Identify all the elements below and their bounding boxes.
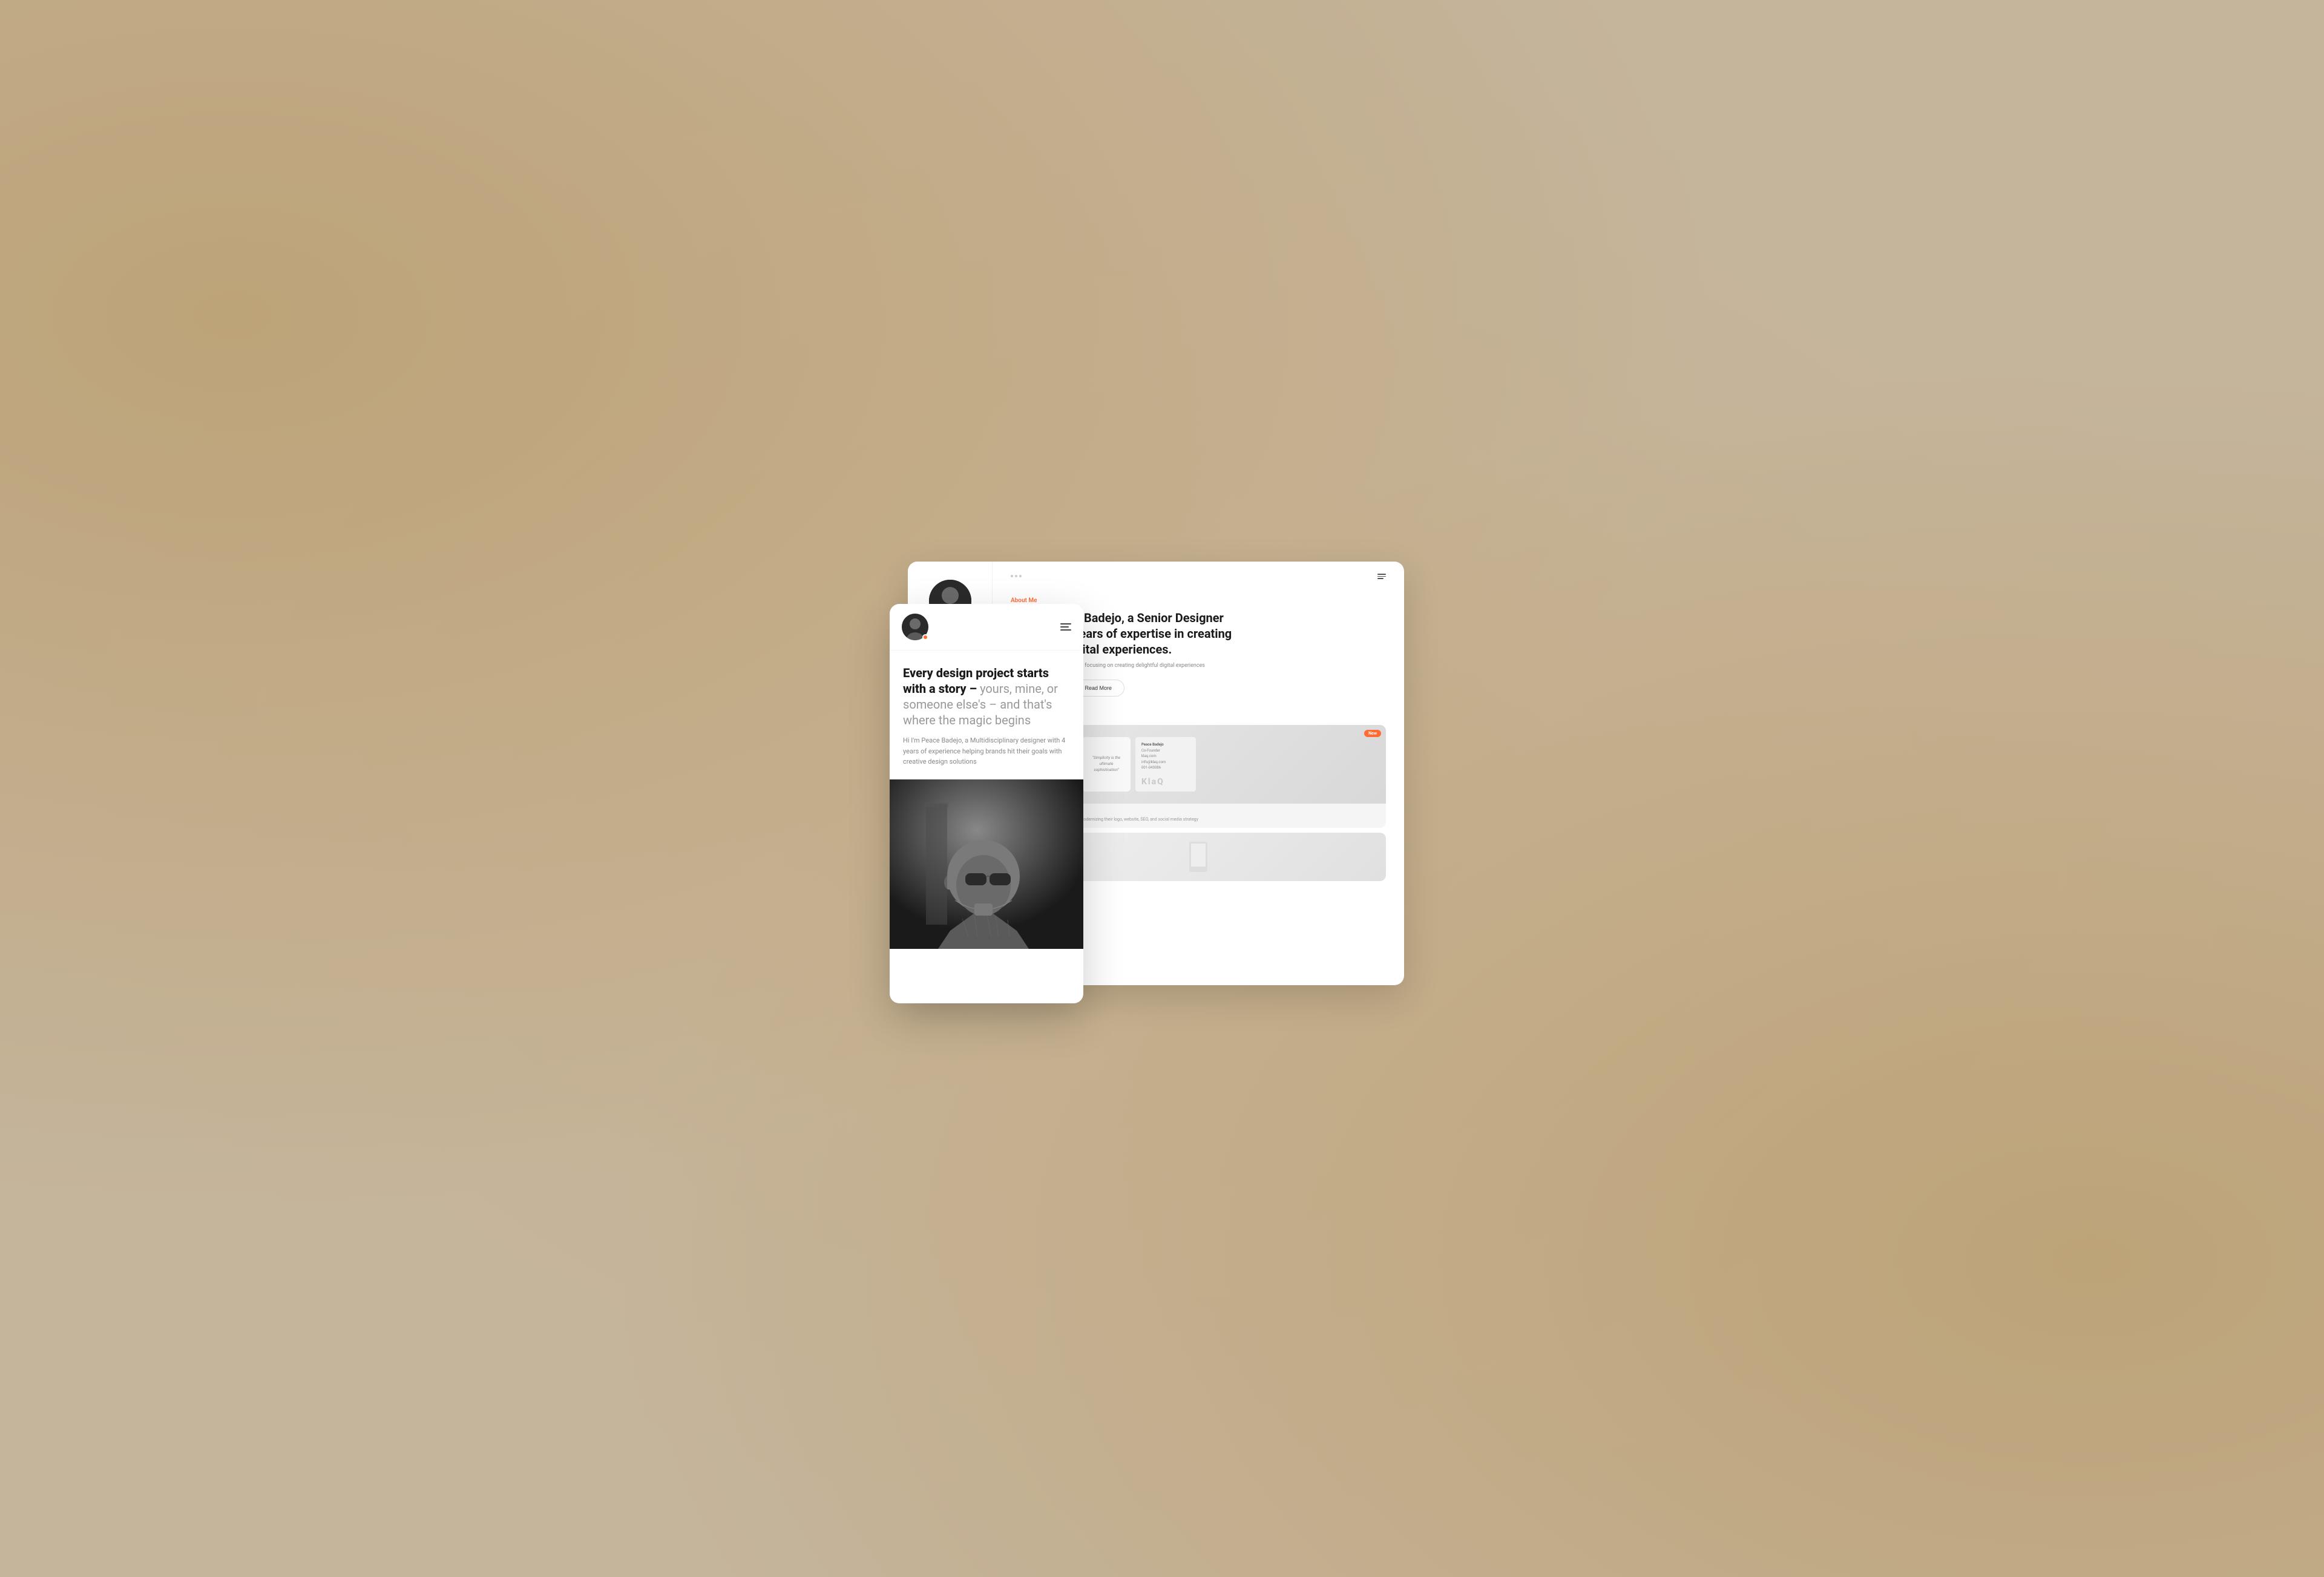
mobile-avatar-wrapper xyxy=(902,614,928,640)
hamburger-line-1 xyxy=(1377,574,1386,575)
hamburger-line-3 xyxy=(1377,578,1384,579)
mobile-ham-line-1 xyxy=(1060,623,1071,625)
mobile-headline: Every design project starts with a story… xyxy=(903,665,1070,728)
klaq-card2-name: Peace Badejo xyxy=(1141,742,1190,748)
notification-dot xyxy=(922,634,928,640)
about-me-label: About Me xyxy=(1011,597,1386,604)
mobile-header xyxy=(890,604,1083,651)
read-more-label: Read More xyxy=(1085,685,1112,691)
dot-2 xyxy=(1015,575,1017,577)
mobile-hamburger-menu[interactable] xyxy=(1060,623,1071,631)
hamburger-line-2 xyxy=(1377,576,1386,577)
top-bar xyxy=(1011,574,1386,579)
nav-dots xyxy=(1011,575,1022,577)
klaq-logo-2: KlaQ xyxy=(1141,777,1190,787)
klaq-card2-role: Co-Founder xyxy=(1141,748,1190,754)
mobile-hero-image xyxy=(890,779,1083,949)
mobile-card: Every design project starts with a story… xyxy=(890,604,1083,1003)
mobile-body-text: Hi I'm Peace Badejo, a Multidisciplinary… xyxy=(903,735,1070,767)
scene-container: badejo Product Designer Ibadan, Nigeria … xyxy=(890,562,1434,1015)
klaq-quote: "Simplicity is the ultimate sophisticati… xyxy=(1088,755,1124,773)
hamburger-menu[interactable] xyxy=(1377,574,1386,579)
dot-1 xyxy=(1011,575,1013,577)
new-badge: New xyxy=(1364,730,1381,737)
mobile-content: Every design project starts with a story… xyxy=(890,651,1083,767)
mobile-ham-line-3 xyxy=(1060,629,1071,631)
mobile-ham-line-2 xyxy=(1060,626,1069,628)
dot-3 xyxy=(1019,575,1022,577)
